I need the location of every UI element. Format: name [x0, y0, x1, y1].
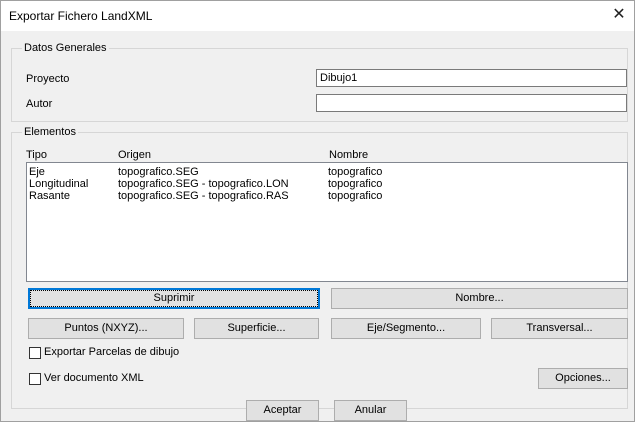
row-origen: topografico.SEG	[118, 166, 199, 178]
exportar-parcelas-label: Exportar Parcelas de dibujo	[44, 346, 180, 358]
row-tipo: Eje	[29, 166, 45, 178]
elements-list[interactable]: Eje topografico.SEG topografico Longitud…	[26, 162, 628, 282]
autor-input[interactable]	[316, 94, 627, 112]
row-origen: topografico.SEG - topografico.LON	[118, 178, 289, 190]
ver-documento-xml-checkbox[interactable]	[29, 373, 41, 385]
list-item[interactable]: Longitudinal topografico.SEG - topografi…	[27, 178, 627, 190]
superficie-button[interactable]: Superficie...	[194, 318, 319, 339]
focus-rectangle	[30, 290, 318, 307]
suprimir-button[interactable]: Suprimir	[28, 288, 320, 309]
window-title: Exportar Fichero LandXML	[9, 9, 153, 23]
elements-group-label: Elementos	[22, 126, 78, 138]
title-bar: Exportar Fichero LandXML ✕	[1, 1, 634, 31]
column-header-tipo: Tipo	[26, 149, 47, 161]
autor-label: Autor	[26, 98, 53, 110]
aceptar-button[interactable]: Aceptar	[246, 400, 319, 421]
column-header-nombre: Nombre	[329, 149, 369, 161]
row-nombre: topografico	[328, 190, 383, 202]
list-item[interactable]: Rasante topografico.SEG - topografico.RA…	[27, 190, 627, 202]
row-origen: topografico.SEG - topografico.RAS	[118, 190, 289, 202]
puntos-button[interactable]: Puntos (NXYZ)...	[28, 318, 184, 339]
row-tipo: Rasante	[29, 190, 70, 202]
column-header-origen: Origen	[118, 149, 152, 161]
opciones-button[interactable]: Opciones...	[538, 368, 628, 389]
ver-documento-xml-label: Ver documento XML	[44, 372, 144, 384]
eje-segmento-button[interactable]: Eje/Segmento...	[331, 318, 481, 339]
close-icon[interactable]: ✕	[608, 4, 630, 26]
transversal-button[interactable]: Transversal...	[491, 318, 628, 339]
row-nombre: topografico	[328, 178, 383, 190]
export-landxml-dialog: Exportar Fichero LandXML ✕ Datos General…	[0, 0, 635, 422]
general-data-group-label: Datos Generales	[22, 42, 109, 54]
nombre-button[interactable]: Nombre...	[331, 288, 628, 309]
proyecto-label: Proyecto	[26, 73, 70, 85]
list-item[interactable]: Eje topografico.SEG topografico	[27, 166, 627, 178]
exportar-parcelas-checkbox[interactable]	[29, 347, 41, 359]
proyecto-input[interactable]	[316, 69, 627, 87]
row-tipo: Longitudinal	[29, 178, 89, 190]
row-nombre: topografico	[328, 166, 383, 178]
anular-button[interactable]: Anular	[334, 400, 407, 421]
